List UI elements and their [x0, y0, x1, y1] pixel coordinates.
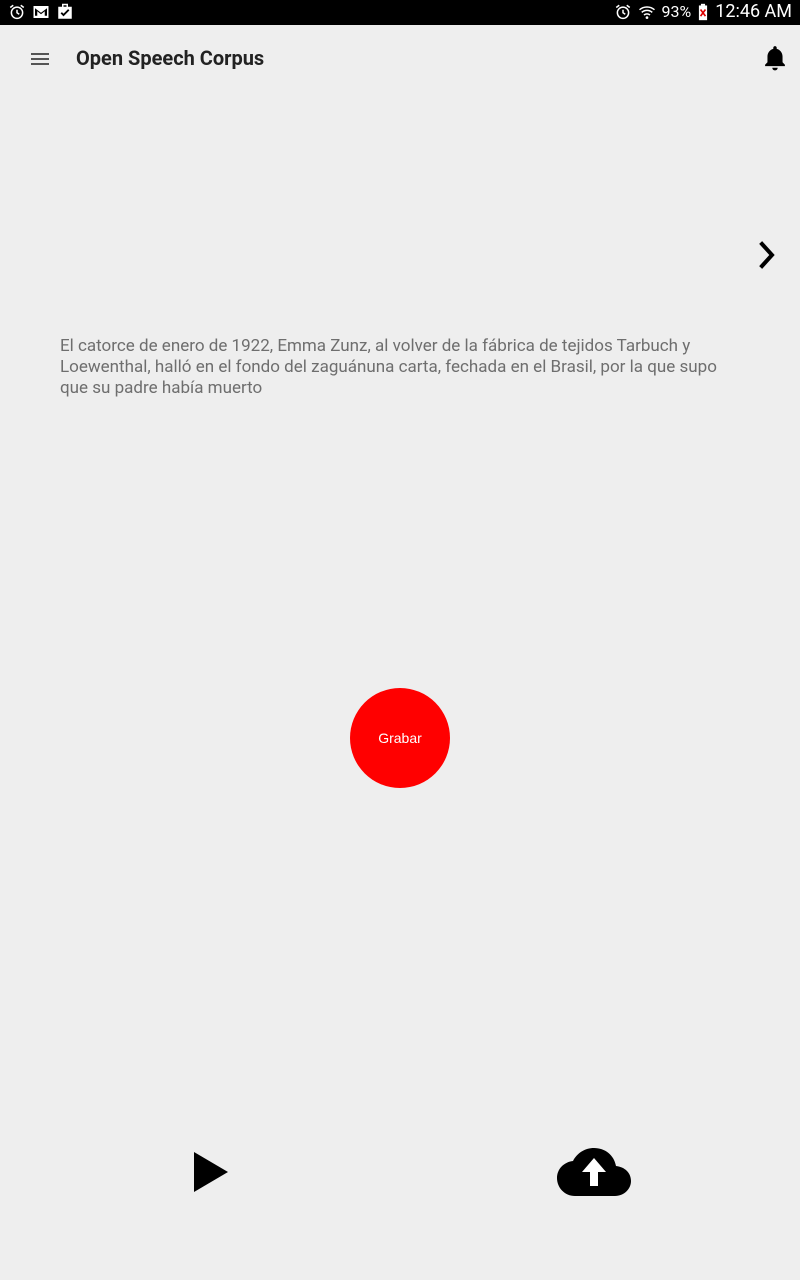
- cloud-upload-icon[interactable]: [556, 1146, 632, 1198]
- status-bar: 93% 12:46 AM: [0, 0, 800, 25]
- bell-icon[interactable]: [762, 44, 788, 72]
- sentence-text: El catorce de enero de 1922, Emma Zunz, …: [60, 336, 717, 398]
- wifi-icon: [638, 6, 655, 19]
- battery-icon: [699, 3, 708, 21]
- app-bar: Open Speech Corpus: [0, 25, 800, 91]
- hamburger-menu-icon[interactable]: [28, 47, 52, 71]
- battery-percent: 93%: [661, 2, 692, 21]
- chevron-right-icon[interactable]: [754, 240, 782, 270]
- status-right-icons: 93% 12:46 AM: [614, 2, 792, 22]
- status-left-icons: [8, 3, 74, 21]
- calendar-check-icon: [58, 3, 72, 19]
- alarm-icon: [615, 4, 630, 20]
- play-icon[interactable]: [190, 1148, 230, 1196]
- gmail-icon: [33, 6, 49, 18]
- alarm-icon: [9, 4, 25, 20]
- clock: 12:46 AM: [715, 1, 792, 22]
- app-title: Open Speech Corpus: [76, 46, 265, 70]
- record-button[interactable]: Grabar: [350, 688, 450, 788]
